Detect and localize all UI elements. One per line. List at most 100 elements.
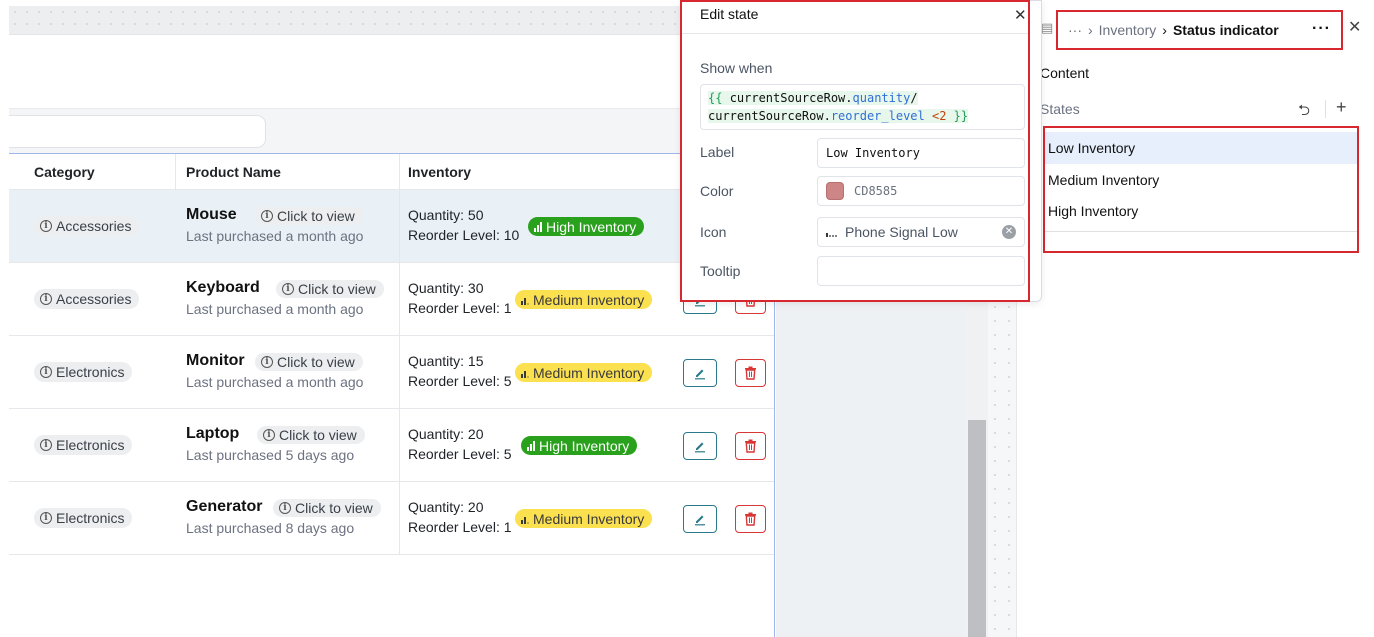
trash-icon <box>745 366 756 380</box>
status-label: Medium Inventory <box>533 510 645 527</box>
phone-signal-high-icon <box>534 221 542 232</box>
category-chip: i Electronics <box>34 362 133 382</box>
code-obj-2: currentSourceRow. <box>708 109 831 123</box>
icon-select[interactable]: Phone Signal Low ✕ <box>817 217 1025 247</box>
more-options-icon[interactable]: ··· <box>1312 20 1331 38</box>
column-divider <box>399 409 400 481</box>
click-to-view-chip[interactable]: i Click to view <box>276 280 384 298</box>
color-value: CD8585 <box>854 184 898 198</box>
color-swatch[interactable] <box>826 182 844 200</box>
canvas-gutter <box>776 300 966 637</box>
click-to-view-chip[interactable]: i Click to view <box>257 426 365 444</box>
table-row[interactable]: i Electronics Generator i Click to view … <box>9 481 774 554</box>
delete-button[interactable] <box>735 505 766 533</box>
click-to-view-label: Click to view <box>279 427 357 443</box>
reset-icon[interactable]: ⮌ <box>1298 100 1310 125</box>
color-label: Color <box>700 183 734 199</box>
breadcrumb-current: Status indicator <box>1172 22 1279 38</box>
header-inventory[interactable]: Inventory <box>408 154 471 189</box>
scrollbar-thumb[interactable] <box>968 420 986 637</box>
inventory-table: Category Product Name Inventory i Access… <box>9 153 775 637</box>
click-to-view-chip[interactable]: i Click to view <box>255 207 363 225</box>
close-icon[interactable]: ✕ <box>1014 6 1027 24</box>
state-item-low[interactable]: Low Inventory <box>1045 132 1357 164</box>
inspector-panel <box>1016 0 1374 637</box>
quantity: Quantity: 15 <box>408 353 484 369</box>
edit-button[interactable] <box>683 432 717 460</box>
show-when-code-input[interactable]: {{ currentSourceRow.quantity/ currentSou… <box>700 84 1025 130</box>
code-op: / <box>910 91 918 105</box>
breadcrumb-parent[interactable]: Inventory <box>1099 22 1157 38</box>
category-value: Electronics <box>56 364 125 380</box>
column-divider <box>399 263 400 335</box>
edit-button[interactable] <box>683 359 717 387</box>
table-row[interactable]: i Accessories Keyboard i Click to view L… <box>9 262 774 335</box>
quantity: Quantity: 30 <box>408 280 484 296</box>
table-row[interactable]: i Electronics Monitor i Click to view La… <box>9 335 774 408</box>
last-purchased: Last purchased 8 days ago <box>186 520 355 536</box>
label-input[interactable]: Low Inventory <box>817 138 1025 168</box>
popup-title: Edit state <box>700 6 759 22</box>
tooltip-input[interactable] <box>817 256 1025 286</box>
canvas-dot-strip <box>988 300 1016 637</box>
icon-value: Phone Signal Low <box>845 224 958 240</box>
content-section-label[interactable]: Content <box>1040 65 1089 81</box>
reorder-level: Reorder Level: 1 <box>408 519 512 535</box>
category-value: Accessories <box>56 218 132 234</box>
last-purchased: Last purchased a month ago <box>186 374 364 390</box>
category-chip: i Electronics <box>34 508 133 528</box>
states-list: Low Inventory Medium Inventory High Inve… <box>1043 126 1359 253</box>
info-icon: i <box>261 356 273 368</box>
last-purchased: Last purchased a month ago <box>186 301 364 317</box>
column-divider <box>399 482 400 554</box>
click-to-view-label: Click to view <box>277 208 355 224</box>
breadcrumb: ··· › Inventory › Status indicator ··· <box>1056 10 1343 50</box>
column-divider <box>399 336 400 408</box>
chevron-right-icon: › <box>1088 22 1093 38</box>
status-label: High Inventory <box>546 218 637 235</box>
table-row[interactable]: i Electronics Laptop i Click to view Las… <box>9 408 774 481</box>
info-icon: i <box>40 220 52 232</box>
close-icon[interactable]: ✕ <box>1348 17 1361 37</box>
click-to-view-chip[interactable]: i Click to view <box>273 499 381 517</box>
state-item-medium[interactable]: Medium Inventory <box>1045 164 1357 196</box>
edit-state-popup: Edit state ✕ Show when {{ currentSourceR… <box>680 0 1042 302</box>
show-when-label: Show when <box>700 60 773 76</box>
delete-button[interactable] <box>735 359 766 387</box>
info-icon: i <box>40 293 52 305</box>
panel-toggle-icon[interactable]: ▤ <box>1041 20 1053 36</box>
header-product[interactable]: Product Name <box>186 154 281 189</box>
edit-button[interactable] <box>683 505 717 533</box>
click-to-view-chip[interactable]: i Click to view <box>255 353 363 371</box>
status-label: Medium Inventory <box>533 364 645 381</box>
search-input[interactable] <box>9 115 266 148</box>
icon-label: Icon <box>700 224 727 240</box>
tooltip-label: Tooltip <box>700 263 741 279</box>
category-chip: i Accessories <box>34 289 140 309</box>
code-prop-2: reorder_level <box>830 109 925 123</box>
header-divider <box>175 154 176 189</box>
info-icon: i <box>40 439 52 451</box>
pencil-icon <box>695 369 705 380</box>
reorder-level: Reorder Level: 5 <box>408 373 512 389</box>
status-label: Medium Inventory <box>533 291 645 308</box>
code-close: }} <box>953 109 969 123</box>
quantity: Quantity: 50 <box>408 207 484 223</box>
reorder-level: Reorder Level: 10 <box>408 227 520 243</box>
app-root: Category Product Name Inventory i Access… <box>0 0 1374 637</box>
breadcrumb-more[interactable]: ··· <box>1068 22 1082 38</box>
label-value: Low Inventory <box>826 146 920 160</box>
last-purchased: Last purchased 5 days ago <box>186 447 355 463</box>
state-item-high[interactable]: High Inventory <box>1045 195 1357 227</box>
status-badge: Medium Inventory <box>515 363 653 382</box>
clear-icon[interactable]: ✕ <box>1002 225 1016 239</box>
product-name: Generator <box>186 498 263 515</box>
table-row[interactable]: i Accessories Mouse i Click to view Last… <box>9 189 774 262</box>
delete-button[interactable] <box>735 432 766 460</box>
info-icon: i <box>279 502 291 514</box>
header-category[interactable]: Category <box>34 154 95 189</box>
color-input[interactable]: CD8585 <box>817 176 1025 206</box>
product-name: Keyboard <box>186 279 260 296</box>
add-state-icon[interactable]: + <box>1336 97 1347 118</box>
code-cmp: <2 <box>931 109 947 123</box>
